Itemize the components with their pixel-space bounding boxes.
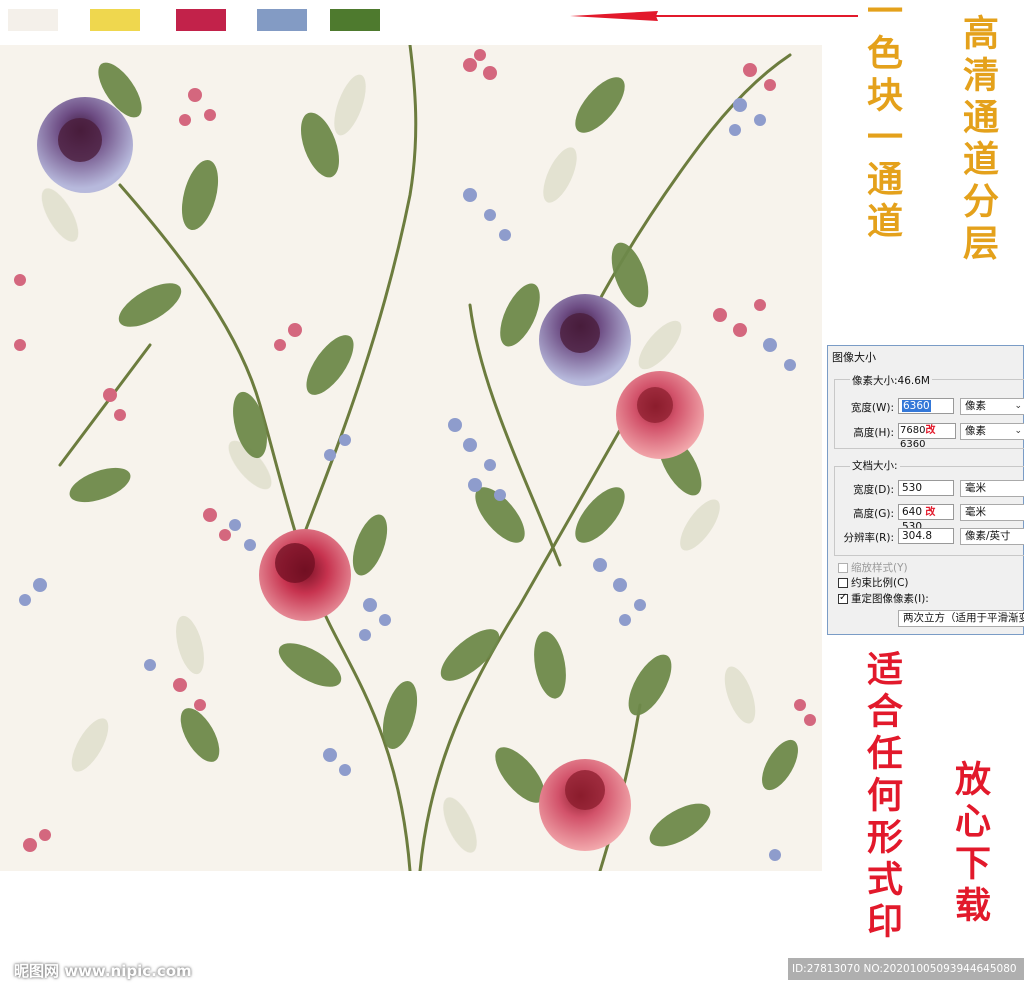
resolution-unit-value: 像素/英寸 bbox=[965, 530, 1011, 542]
doc-width-unit-select[interactable]: 毫米 bbox=[960, 480, 1024, 497]
left-arrow-icon bbox=[570, 11, 858, 21]
headline-any-print: 适合任何形式印 bbox=[861, 650, 903, 944]
image-size-dialog: 图像大小 像素大小:46.6M 宽度(W): 6360 像素 ⌄ 高度(H): 7… bbox=[827, 345, 1024, 635]
doc-width-label: 宽度(D): bbox=[853, 484, 894, 496]
id-watermark: ID:27813070 NO:20201005093944645080 bbox=[788, 958, 1024, 980]
constrain-label: 约束比例(C) bbox=[851, 577, 909, 589]
resample-method-select[interactable]: 两次立方（适用于平滑渐变 bbox=[898, 610, 1024, 627]
resolution-input[interactable]: 304.8 bbox=[898, 528, 954, 544]
height-label: 高度(H): bbox=[853, 427, 894, 439]
scale-styles-label: 缩放样式(Y) bbox=[851, 562, 908, 574]
checkbox-checked bbox=[838, 592, 848, 604]
floral-illustration bbox=[14, 45, 816, 871]
height-old-value: 7680 bbox=[900, 425, 926, 436]
swatch-steel-blue bbox=[257, 9, 307, 31]
height-unit-value: 像素 bbox=[965, 425, 986, 437]
width-unit-select[interactable]: 像素 ⌄ bbox=[960, 398, 1024, 415]
width-value: 6360 bbox=[902, 400, 931, 412]
chevron-down-icon: ⌄ bbox=[1014, 426, 1022, 436]
swatch-cream bbox=[8, 9, 58, 31]
height-unit-select[interactable]: 像素 ⌄ bbox=[960, 423, 1024, 440]
chevron-down-icon: ⌄ bbox=[1014, 401, 1022, 411]
document-size-label: 文档大小: bbox=[850, 458, 900, 473]
resolution-value: 304.8 bbox=[902, 530, 933, 542]
resolution-label: 分辨率(R): bbox=[843, 532, 894, 544]
floral-pattern-image bbox=[0, 45, 822, 871]
width-unit-value: 像素 bbox=[965, 400, 986, 412]
checkbox-box bbox=[838, 577, 848, 588]
site-watermark: 昵图网 www.nipic.com bbox=[14, 962, 192, 980]
doc-height-label: 高度(G): bbox=[853, 508, 894, 520]
headline-channel-block: 一色块一通道 bbox=[861, 0, 903, 244]
doc-height-unit-select[interactable]: 毫米 bbox=[960, 504, 1024, 521]
width-input[interactable]: 6360 bbox=[898, 398, 954, 414]
resolution-unit-select[interactable]: 像素/英寸 bbox=[960, 528, 1024, 545]
resample-label: 重定图像像素(I): bbox=[851, 593, 929, 605]
resample-method-value: 两次立方（适用于平滑渐变 bbox=[903, 612, 1024, 624]
doc-width-input[interactable]: 530 bbox=[898, 480, 954, 496]
headline-download: 放心下载 bbox=[949, 760, 991, 928]
doc-height-value: 640 bbox=[902, 506, 923, 518]
constrain-proportions-checkbox[interactable]: 约束比例(C) bbox=[838, 575, 909, 590]
height-edit-mark: 改 bbox=[925, 425, 936, 436]
checkbox-box bbox=[838, 562, 848, 573]
doc-height-input[interactable]: 640 改 530 bbox=[898, 504, 954, 533]
doc-width-unit-value: 毫米 bbox=[965, 482, 986, 494]
doc-width-value: 530 bbox=[902, 482, 923, 494]
doc-height-edit-mark: 改 bbox=[925, 507, 936, 518]
resample-checkbox[interactable]: 重定图像像素(I): bbox=[838, 591, 929, 606]
height-input[interactable]: 7680改 6360 bbox=[898, 423, 956, 450]
scale-styles-checkbox[interactable]: 缩放样式(Y) bbox=[838, 560, 908, 575]
pixel-size-label: 像素大小:46.6M bbox=[850, 373, 932, 388]
swatch-olive-green bbox=[330, 9, 380, 31]
width-label: 宽度(W): bbox=[850, 402, 894, 414]
headline-hd-layers: 高清通道分层 bbox=[957, 14, 999, 266]
height-new-value: 6360 bbox=[900, 439, 926, 450]
dialog-title: 图像大小 bbox=[832, 351, 876, 364]
swatch-crimson bbox=[176, 9, 226, 31]
doc-height-unit-value: 毫米 bbox=[965, 506, 986, 518]
swatch-yellow bbox=[90, 9, 140, 31]
